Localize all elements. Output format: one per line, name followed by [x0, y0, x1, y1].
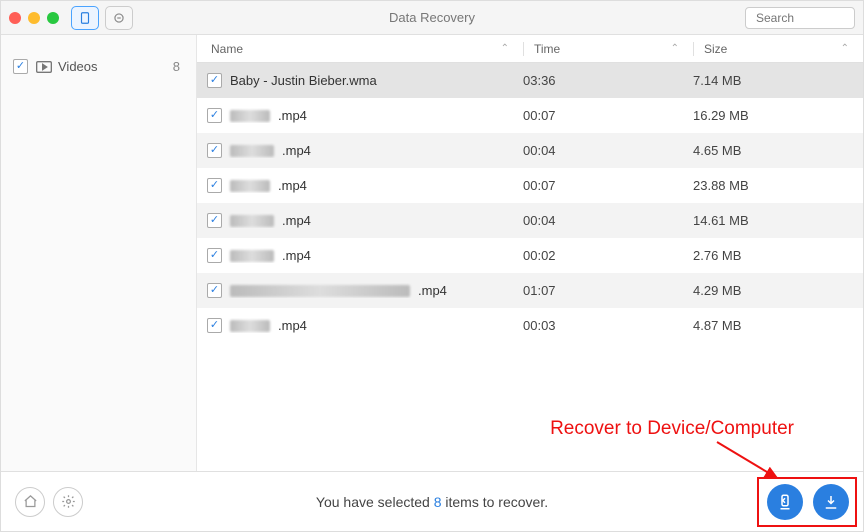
- file-time-cell: 00:03: [523, 318, 693, 333]
- table-header: Name ⌃ Time ⌃ Size ⌃: [197, 35, 863, 63]
- sidebar-checkbox[interactable]: ✓: [13, 59, 28, 74]
- table-row[interactable]: ✓ .mp4 00:0414.61 MB: [197, 203, 863, 238]
- row-checkbox[interactable]: ✓: [207, 248, 222, 263]
- sort-caret-icon: ⌃: [841, 43, 849, 54]
- column-header-size[interactable]: Size ⌃: [693, 42, 863, 56]
- file-extension: .mp4: [282, 248, 311, 263]
- redacted-filename: [230, 320, 270, 332]
- device-icon: [776, 493, 794, 511]
- table-row[interactable]: ✓ .mp4 00:0716.29 MB: [197, 98, 863, 133]
- videos-icon: [36, 61, 52, 73]
- footer: You have selected 8 items to recover.: [1, 471, 863, 531]
- search-input-wrapper[interactable]: [745, 7, 855, 29]
- row-checkbox[interactable]: ✓: [207, 213, 222, 228]
- table-row[interactable]: ✓ .mp4 01:074.29 MB: [197, 273, 863, 308]
- file-type-tab-button[interactable]: [71, 6, 99, 30]
- recover-to-device-button[interactable]: [767, 484, 803, 520]
- file-time-cell: 03:36: [523, 73, 693, 88]
- titlebar: Data Recovery: [1, 1, 863, 35]
- file-time-cell: 00:04: [523, 143, 693, 158]
- redacted-filename: [230, 285, 410, 297]
- redacted-filename: [230, 215, 274, 227]
- sidebar-item-videos[interactable]: ✓ Videos 8: [1, 53, 196, 80]
- sidebar-item-count: 8: [173, 59, 184, 74]
- redacted-filename: [230, 145, 274, 157]
- file-time-cell: 00:07: [523, 108, 693, 123]
- file-name-cell: ✓ .mp4: [207, 143, 523, 158]
- file-icon: [78, 11, 92, 25]
- file-size-cell: 4.29 MB: [693, 283, 863, 298]
- row-checkbox[interactable]: ✓: [207, 318, 222, 333]
- file-size-cell: 4.65 MB: [693, 143, 863, 158]
- row-checkbox[interactable]: ✓: [207, 143, 222, 158]
- file-extension: .mp4: [278, 178, 307, 193]
- home-button[interactable]: [15, 487, 45, 517]
- file-name-cell: ✓ .mp4: [207, 318, 523, 333]
- file-extension: .mp4: [282, 143, 311, 158]
- file-time-cell: 00:04: [523, 213, 693, 228]
- window-controls: [9, 12, 59, 24]
- file-name-cell: ✓ Baby - Justin Bieber.wma: [207, 73, 523, 88]
- column-header-name[interactable]: Name ⌃: [207, 42, 523, 56]
- column-header-time[interactable]: Time ⌃: [523, 42, 693, 56]
- file-name-cell: ✓ .mp4: [207, 248, 523, 263]
- close-window-button[interactable]: [9, 12, 21, 24]
- recover-to-computer-button[interactable]: [813, 484, 849, 520]
- circle-icon: [112, 11, 126, 25]
- file-size-cell: 2.76 MB: [693, 248, 863, 263]
- redacted-filename: [230, 250, 274, 262]
- file-size-cell: 16.29 MB: [693, 108, 863, 123]
- file-name-cell: ✓ .mp4: [207, 178, 523, 193]
- sort-caret-icon: ⌃: [501, 43, 509, 54]
- table-row[interactable]: ✓ Baby - Justin Bieber.wma 03:367.14 MB: [197, 63, 863, 98]
- home-icon: [23, 494, 38, 509]
- sidebar: ✓ Videos 8: [1, 35, 197, 471]
- table-row[interactable]: ✓ .mp4 00:044.65 MB: [197, 133, 863, 168]
- sidebar-item-label: Videos: [58, 59, 98, 74]
- file-extension: .mp4: [278, 108, 307, 123]
- maximize-window-button[interactable]: [47, 12, 59, 24]
- file-extension: .mp4: [418, 283, 447, 298]
- sort-caret-icon: ⌃: [671, 43, 679, 54]
- table-row[interactable]: ✓ .mp4 00:034.87 MB: [197, 308, 863, 343]
- search-input[interactable]: [756, 11, 864, 25]
- table-row[interactable]: ✓ .mp4 00:022.76 MB: [197, 238, 863, 273]
- file-size-cell: 4.87 MB: [693, 318, 863, 333]
- file-size-cell: 14.61 MB: [693, 213, 863, 228]
- file-extension: .mp4: [282, 213, 311, 228]
- footer-status-text: You have selected 8 items to recover.: [1, 494, 863, 510]
- file-size-cell: 23.88 MB: [693, 178, 863, 193]
- row-checkbox[interactable]: ✓: [207, 73, 222, 88]
- row-checkbox[interactable]: ✓: [207, 283, 222, 298]
- file-time-cell: 00:02: [523, 248, 693, 263]
- other-tab-button[interactable]: [105, 6, 133, 30]
- file-time-cell: 00:07: [523, 178, 693, 193]
- file-name-cell: ✓ .mp4: [207, 213, 523, 228]
- file-name-cell: ✓ .mp4: [207, 108, 523, 123]
- file-name: Baby - Justin Bieber.wma: [230, 73, 377, 88]
- minimize-window-button[interactable]: [28, 12, 40, 24]
- row-checkbox[interactable]: ✓: [207, 108, 222, 123]
- gear-icon: [61, 494, 76, 509]
- row-checkbox[interactable]: ✓: [207, 178, 222, 193]
- file-time-cell: 01:07: [523, 283, 693, 298]
- download-icon: [822, 493, 840, 511]
- file-name-cell: ✓ .mp4: [207, 283, 523, 298]
- redacted-filename: [230, 110, 270, 122]
- redacted-filename: [230, 180, 270, 192]
- settings-button[interactable]: [53, 487, 83, 517]
- table-row[interactable]: ✓ .mp4 00:0723.88 MB: [197, 168, 863, 203]
- file-list-content: Name ⌃ Time ⌃ Size ⌃ ✓ Baby - Justin Bieb…: [197, 35, 863, 471]
- table-body: ✓ Baby - Justin Bieber.wma 03:367.14 MB ✓ .m…: [197, 63, 863, 471]
- file-size-cell: 7.14 MB: [693, 73, 863, 88]
- file-extension: .mp4: [278, 318, 307, 333]
